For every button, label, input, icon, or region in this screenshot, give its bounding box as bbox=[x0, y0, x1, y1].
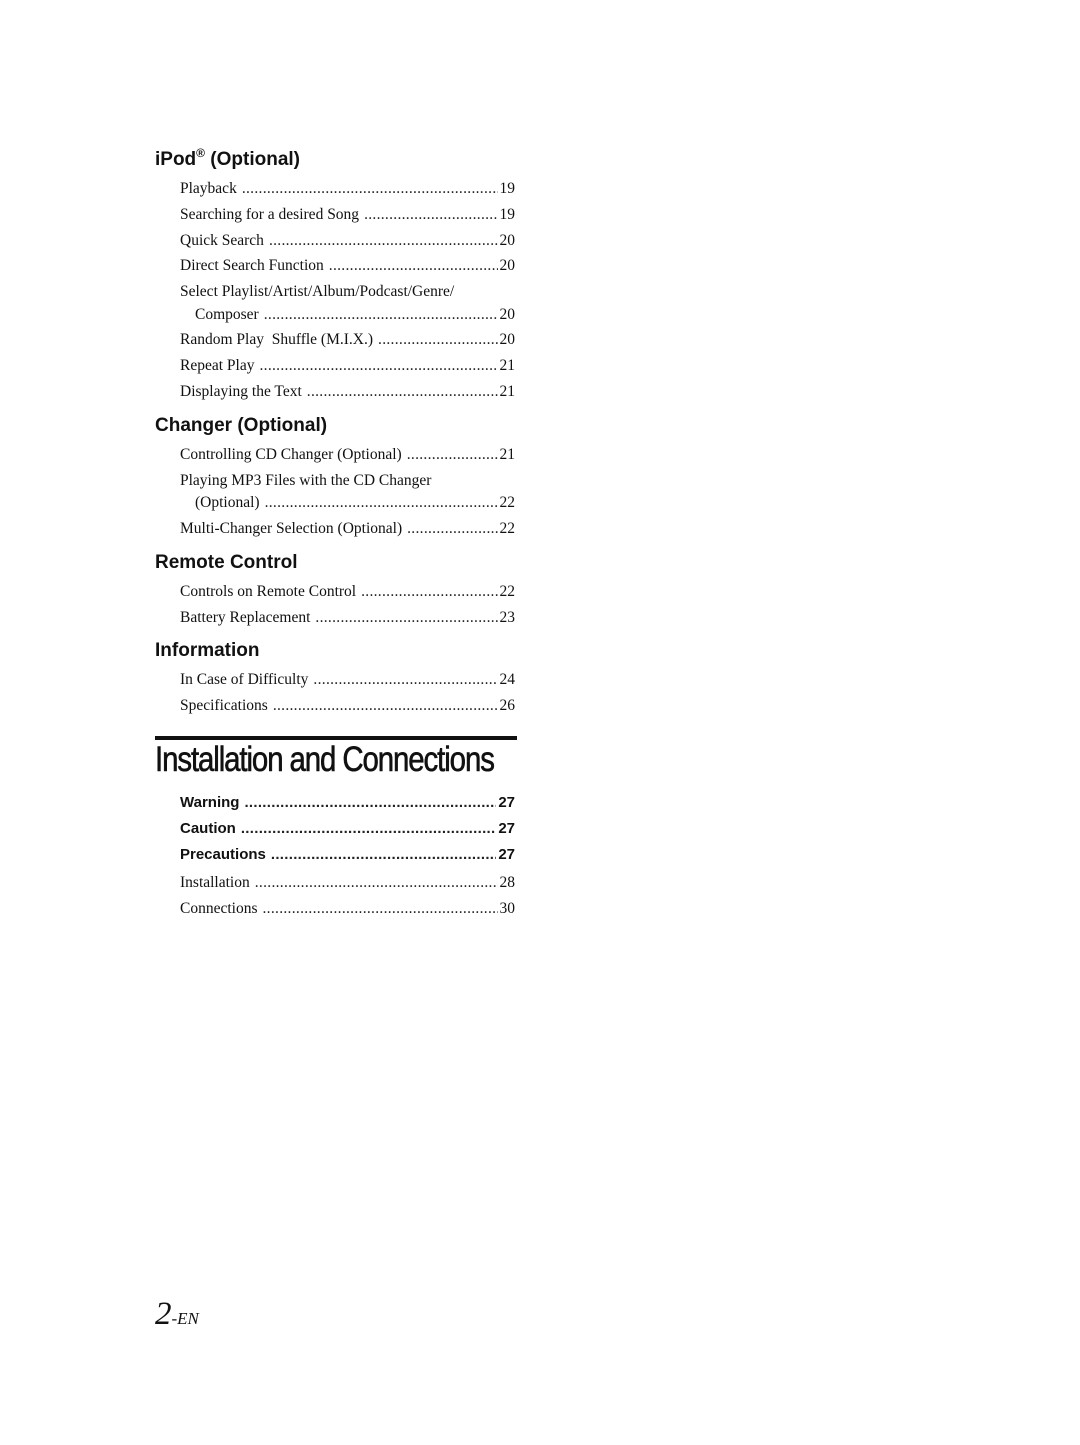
dot-leader bbox=[264, 302, 498, 328]
entry-page: 20 bbox=[499, 305, 516, 323]
entry-page: 27 bbox=[498, 793, 515, 811]
dot-leader bbox=[273, 693, 498, 719]
section-heading: iPod® (Optional) bbox=[155, 146, 517, 174]
entry-page: 28 bbox=[499, 874, 516, 892]
entry-page: 22 bbox=[499, 519, 516, 537]
toc-entry-continuation[interactable]: Composer 20 bbox=[155, 302, 517, 328]
entry-page: 19 bbox=[499, 205, 516, 223]
entry-page: 21 bbox=[499, 383, 516, 401]
toc-entry[interactable]: Select Playlist/Artist/Album/Podcast/Gen… bbox=[155, 279, 517, 302]
entry-page: 20 bbox=[499, 331, 516, 349]
entry-label: Direct Search Function bbox=[180, 257, 324, 275]
dot-leader bbox=[315, 605, 497, 631]
toc-entry[interactable]: Precautions 27 bbox=[155, 842, 517, 868]
dot-leader bbox=[255, 870, 498, 896]
dot-leader bbox=[265, 490, 498, 516]
toc-section-ipod: iPod® (Optional) Playback 19 Searching fo… bbox=[155, 146, 517, 405]
dot-leader bbox=[241, 816, 496, 842]
dot-leader bbox=[361, 579, 497, 605]
entry-page: 27 bbox=[498, 845, 515, 863]
entry-page: 21 bbox=[499, 357, 516, 375]
entry-label: Warning bbox=[180, 793, 240, 811]
toc-section-remote-control: Remote Control Controls on Remote Contro… bbox=[155, 551, 517, 631]
entry-page: 27 bbox=[498, 819, 515, 837]
entry-label: (Optional) bbox=[195, 494, 260, 512]
entry-label: Repeat Play bbox=[180, 357, 255, 375]
toc-entry[interactable]: Displaying the Text 21 bbox=[155, 379, 517, 405]
section-heading-suffix: (Optional) bbox=[205, 149, 300, 170]
dot-leader bbox=[263, 896, 498, 922]
dot-leader bbox=[307, 379, 498, 405]
dot-leader bbox=[378, 327, 497, 353]
section-heading: Changer (Optional) bbox=[155, 414, 328, 436]
toc-entry[interactable]: Battery Replacement 23 bbox=[155, 605, 517, 631]
entry-page: 26 bbox=[499, 697, 516, 715]
toc-entry-continuation[interactable]: (Optional) 22 bbox=[155, 490, 517, 516]
toc-entry[interactable]: Playback 19 bbox=[155, 176, 517, 202]
toc-entry[interactable]: Multi-Changer Selection (Optional) 22 bbox=[155, 516, 517, 542]
dot-leader bbox=[271, 842, 496, 868]
dot-leader bbox=[329, 253, 498, 279]
dot-leader bbox=[242, 176, 498, 202]
toc-entry[interactable]: Random Play Shuffle (M.I.X.) 20 bbox=[155, 327, 517, 353]
toc-entry[interactable]: Direct Search Function 20 bbox=[155, 253, 517, 279]
entry-page: 22 bbox=[499, 494, 516, 512]
section-heading: Information bbox=[155, 640, 260, 662]
entry-label: Random Play Shuffle (M.I.X.) bbox=[180, 331, 374, 349]
toc-entry[interactable]: Caution 27 bbox=[155, 816, 517, 842]
registered-mark: ® bbox=[196, 146, 206, 160]
toc-entry[interactable]: Playing MP3 Files with the CD Changer bbox=[155, 468, 517, 491]
page-number: 2-EN bbox=[155, 1296, 199, 1333]
toc-entry[interactable]: Installation 28 bbox=[155, 870, 517, 896]
entry-label: Controls on Remote Control bbox=[180, 582, 357, 600]
page-language-suffix: -EN bbox=[171, 1309, 199, 1328]
chapter-title: Installation and Connections bbox=[155, 739, 495, 780]
section-heading-text: iPod bbox=[155, 149, 197, 170]
toc-entry[interactable]: Warning 27 bbox=[155, 790, 517, 816]
entry-label: Specifications bbox=[180, 697, 268, 715]
entry-page: 19 bbox=[499, 180, 516, 197]
dot-leader bbox=[407, 442, 498, 468]
dot-leader bbox=[269, 228, 498, 254]
entry-label: Displaying the Text bbox=[180, 383, 302, 401]
entry-label: Caution bbox=[180, 819, 236, 837]
entry-page: 20 bbox=[499, 257, 516, 275]
entry-label: Precautions bbox=[180, 845, 266, 863]
entry-label: Searching for a desired Song bbox=[180, 205, 360, 223]
entry-label: Quick Search bbox=[180, 231, 264, 249]
toc-entry[interactable]: In Case of Difficulty 24 bbox=[155, 667, 517, 693]
entry-page: 22 bbox=[499, 582, 516, 600]
toc-entry[interactable]: Quick Search 20 bbox=[155, 228, 517, 254]
toc-entry[interactable]: Repeat Play 21 bbox=[155, 353, 517, 379]
toc-entry[interactable]: Connections 30 bbox=[155, 896, 517, 922]
entry-page: 24 bbox=[499, 671, 516, 689]
entry-label: Multi-Changer Selection (Optional) bbox=[180, 519, 403, 537]
entry-label: Composer bbox=[195, 305, 259, 323]
entry-label: Connections bbox=[180, 900, 258, 918]
page-number-value: 2 bbox=[155, 1296, 172, 1332]
table-of-contents: iPod® (Optional) Playback 19 Searching fo… bbox=[155, 146, 517, 922]
toc-section-information: Information In Case of Difficulty 24 Spec… bbox=[155, 639, 517, 719]
entry-label: Playback bbox=[180, 180, 237, 197]
entry-label: Installation bbox=[180, 874, 250, 892]
entry-label: In Case of Difficulty bbox=[180, 671, 309, 689]
section-heading: Remote Control bbox=[155, 551, 298, 573]
dot-leader bbox=[313, 667, 497, 693]
entry-label: Controlling CD Changer (Optional) bbox=[180, 445, 402, 463]
toc-section-changer: Changer (Optional) Controlling CD Change… bbox=[155, 414, 517, 542]
dot-leader bbox=[364, 202, 497, 228]
toc-entry[interactable]: Controlling CD Changer (Optional) 21 bbox=[155, 442, 517, 468]
toc-entry[interactable]: Specifications 26 bbox=[155, 693, 517, 719]
entry-page: 20 bbox=[499, 231, 516, 249]
entry-page: 21 bbox=[499, 445, 516, 463]
dot-leader bbox=[407, 516, 497, 542]
toc-entry[interactable]: Searching for a desired Song 19 bbox=[155, 202, 517, 228]
entry-page: 30 bbox=[499, 900, 516, 918]
dot-leader bbox=[244, 790, 496, 816]
dot-leader bbox=[259, 353, 497, 379]
entry-page: 23 bbox=[499, 608, 516, 626]
toc-entry[interactable]: Controls on Remote Control 22 bbox=[155, 579, 517, 605]
entry-label: Battery Replacement bbox=[180, 608, 311, 626]
